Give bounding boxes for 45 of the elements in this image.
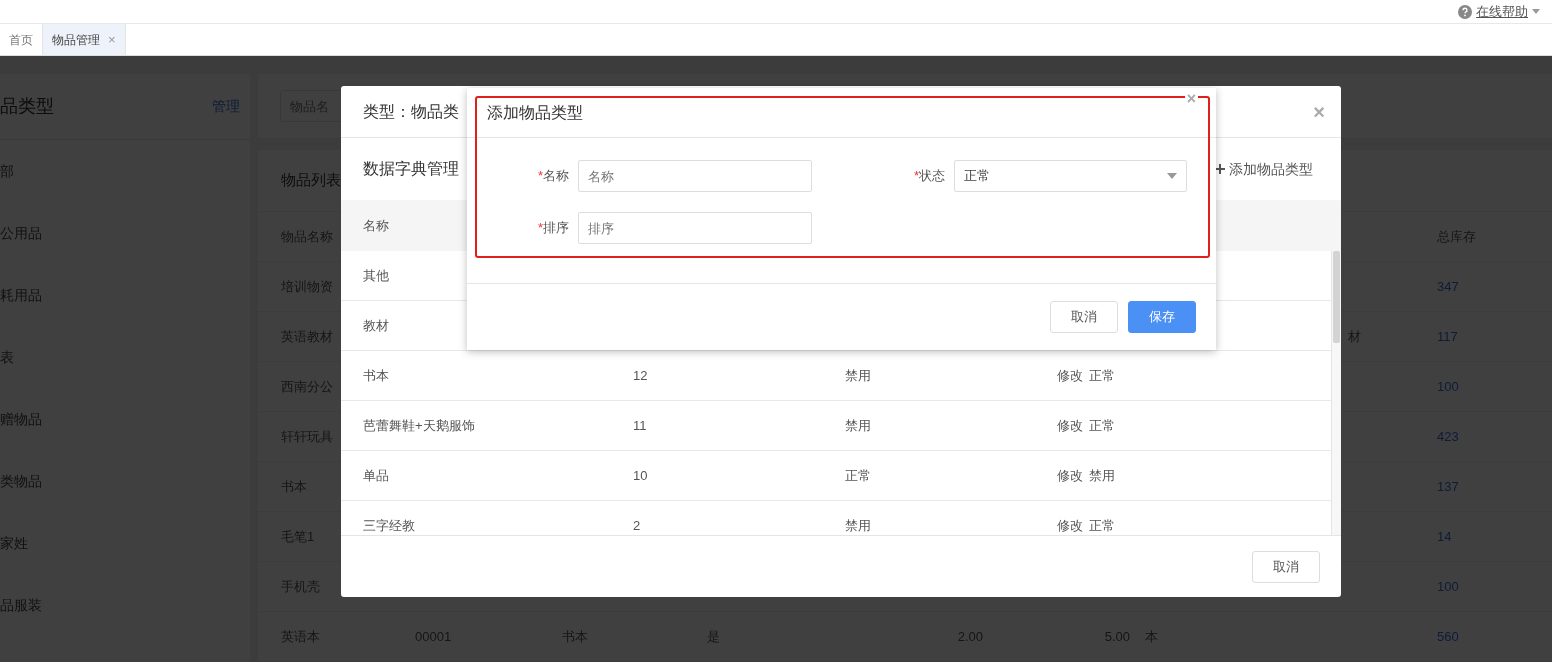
table-cell-text: 其他 xyxy=(363,266,390,285)
caret-icon xyxy=(1167,173,1177,179)
action-link[interactable]: 修改 xyxy=(1057,465,1083,486)
status-select[interactable]: 正常 xyxy=(954,160,1187,192)
input-field[interactable]: 排序 xyxy=(578,212,812,244)
cancel-button[interactable]: 取消 xyxy=(1050,301,1118,333)
action-link[interactable]: 正常 xyxy=(1089,515,1115,535)
table-cell-text: 芭蕾舞鞋+天鹅服饰 xyxy=(363,416,476,435)
action-link[interactable]: 正常 xyxy=(1089,365,1115,386)
save-button[interactable]: 保存 xyxy=(1128,301,1196,333)
field-label: *名称 xyxy=(536,167,569,186)
scrollbar-thumb[interactable] xyxy=(1333,251,1340,343)
action-link[interactable]: 修改 xyxy=(1057,365,1083,386)
action-link[interactable]: 禁用 xyxy=(1089,465,1115,486)
table-cell-text: 书本 xyxy=(363,366,390,385)
close-button[interactable]: × xyxy=(1313,101,1325,122)
input-field[interactable]: 名称 xyxy=(578,160,812,192)
action-link[interactable]: 正常 xyxy=(1089,415,1115,436)
table-cell-text: 三字经教 xyxy=(363,516,416,535)
field-label: *排序 xyxy=(536,219,569,238)
table-cell-text: 12 xyxy=(633,366,649,385)
table-cell-text: 正常 xyxy=(845,466,872,485)
add-type-button[interactable]: 添加物品类型 xyxy=(1215,158,1313,180)
table-cell-text: 单品 xyxy=(363,466,390,485)
action-link[interactable]: 修改 xyxy=(1057,515,1083,535)
table-cell-text: 11 xyxy=(633,416,648,435)
help-icon xyxy=(1458,4,1472,19)
table-cell-text: 教材 xyxy=(363,316,390,335)
scrollbar[interactable] xyxy=(1331,251,1341,535)
action-link[interactable]: 修改 xyxy=(1057,415,1083,436)
section-title: 数据字典管理 xyxy=(363,159,459,179)
table-cell-text: 禁用 xyxy=(845,366,872,385)
caret-icon[interactable] xyxy=(1532,9,1540,14)
table-cell-text: 禁用 xyxy=(845,516,872,535)
help-link[interactable]: 在线帮助 xyxy=(1476,1,1528,22)
column-header: 名称 xyxy=(363,217,389,233)
plus-icon xyxy=(1215,164,1225,174)
table-cell-text: 10 xyxy=(633,466,649,485)
cancel-button[interactable]: 取消 xyxy=(1252,550,1320,583)
page-tab[interactable]: 物品管理 × xyxy=(43,24,126,55)
table-cell-text: 2 xyxy=(633,516,642,535)
table-cell-text: 禁用 xyxy=(845,416,872,435)
field-label: *状态 xyxy=(912,167,945,186)
close-icon[interactable]: × xyxy=(108,29,116,50)
dialog-title: 类型：物品类 xyxy=(363,101,459,122)
